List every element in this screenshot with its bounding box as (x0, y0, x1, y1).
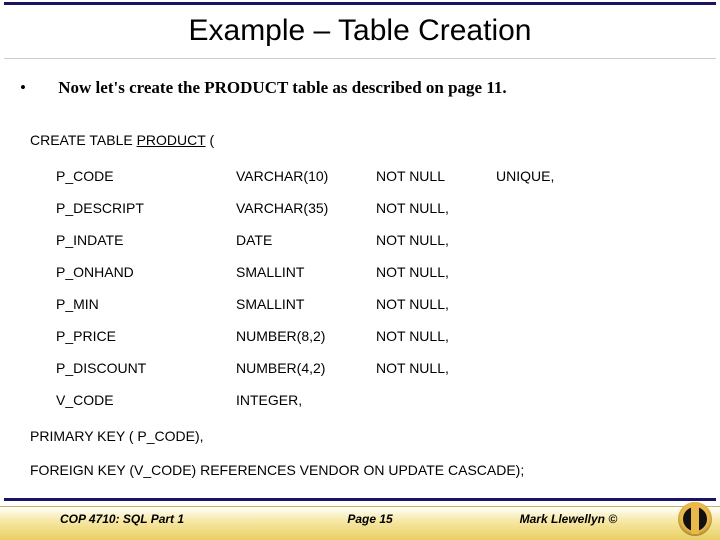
col-extra (496, 256, 596, 288)
column-row: V_CODEINTEGER, (56, 384, 596, 416)
col-null: NOT NULL, (376, 288, 496, 320)
col-null: NOT NULL (376, 160, 496, 192)
col-extra (496, 352, 596, 384)
col-null: NOT NULL, (376, 320, 496, 352)
col-null: NOT NULL, (376, 192, 496, 224)
footer-course: COP 4710: SQL Part 1 (0, 512, 283, 526)
col-extra (496, 384, 596, 416)
col-extra (496, 192, 596, 224)
sql-block: CREATE TABLE PRODUCT ( P_CODEVARCHAR(10)… (30, 132, 700, 478)
col-type: INTEGER, (236, 384, 376, 416)
col-null (376, 384, 496, 416)
create-suffix: ( (206, 132, 215, 148)
ucf-logo-icon (678, 502, 712, 536)
col-extra (496, 288, 596, 320)
col-type: SMALLINT (236, 256, 376, 288)
column-row: P_PRICENUMBER(8,2)NOT NULL, (56, 320, 596, 352)
col-null: NOT NULL, (376, 224, 496, 256)
create-line: CREATE TABLE PRODUCT ( (30, 132, 700, 148)
col-name: V_CODE (56, 384, 236, 416)
intro-bullet: • Now let's create the PRODUCT table as … (20, 78, 700, 98)
col-type: DATE (236, 224, 376, 256)
create-prefix: CREATE TABLE (30, 132, 137, 148)
footer: COP 4710: SQL Part 1 Page 15 Mark Llewel… (0, 498, 720, 540)
col-name: P_ONHAND (56, 256, 236, 288)
col-extra (496, 320, 596, 352)
col-type: VARCHAR(10) (236, 160, 376, 192)
footer-page: Page 15 (283, 512, 457, 526)
intro-text: Now let's create the PRODUCT table as de… (58, 78, 506, 97)
column-row: P_ONHANDSMALLINTNOT NULL, (56, 256, 596, 288)
top-rule (4, 2, 716, 5)
col-null: NOT NULL, (376, 256, 496, 288)
primary-key-line: PRIMARY KEY ( P_CODE), (30, 428, 700, 444)
col-extra (496, 224, 596, 256)
slide: Example – Table Creation • Now let's cre… (0, 0, 720, 540)
title-divider (4, 58, 716, 59)
col-null: NOT NULL, (376, 352, 496, 384)
footer-content: COP 4710: SQL Part 1 Page 15 Mark Llewel… (0, 512, 720, 526)
slide-title: Example – Table Creation (0, 14, 720, 48)
column-row: P_INDATEDATENOT NULL, (56, 224, 596, 256)
col-extra: UNIQUE, (496, 160, 596, 192)
col-name: P_CODE (56, 160, 236, 192)
foreign-key-line: FOREIGN KEY (V_CODE) REFERENCES VENDOR O… (30, 462, 700, 478)
col-name: P_DESCRIPT (56, 192, 236, 224)
column-row: P_MINSMALLINTNOT NULL, (56, 288, 596, 320)
column-row: P_DISCOUNTNUMBER(4,2)NOT NULL, (56, 352, 596, 384)
column-row: P_CODEVARCHAR(10)NOT NULLUNIQUE, (56, 160, 596, 192)
col-name: P_PRICE (56, 320, 236, 352)
bullet-dot: • (20, 78, 54, 98)
footer-rule (4, 498, 716, 501)
col-name: P_DISCOUNT (56, 352, 236, 384)
col-name: P_MIN (56, 288, 236, 320)
columns-table: P_CODEVARCHAR(10)NOT NULLUNIQUE,P_DESCRI… (56, 160, 596, 416)
col-type: SMALLINT (236, 288, 376, 320)
col-type: VARCHAR(35) (236, 192, 376, 224)
col-name: P_INDATE (56, 224, 236, 256)
create-name: PRODUCT (137, 132, 206, 148)
col-type: NUMBER(8,2) (236, 320, 376, 352)
column-row: P_DESCRIPTVARCHAR(35)NOT NULL, (56, 192, 596, 224)
col-type: NUMBER(4,2) (236, 352, 376, 384)
